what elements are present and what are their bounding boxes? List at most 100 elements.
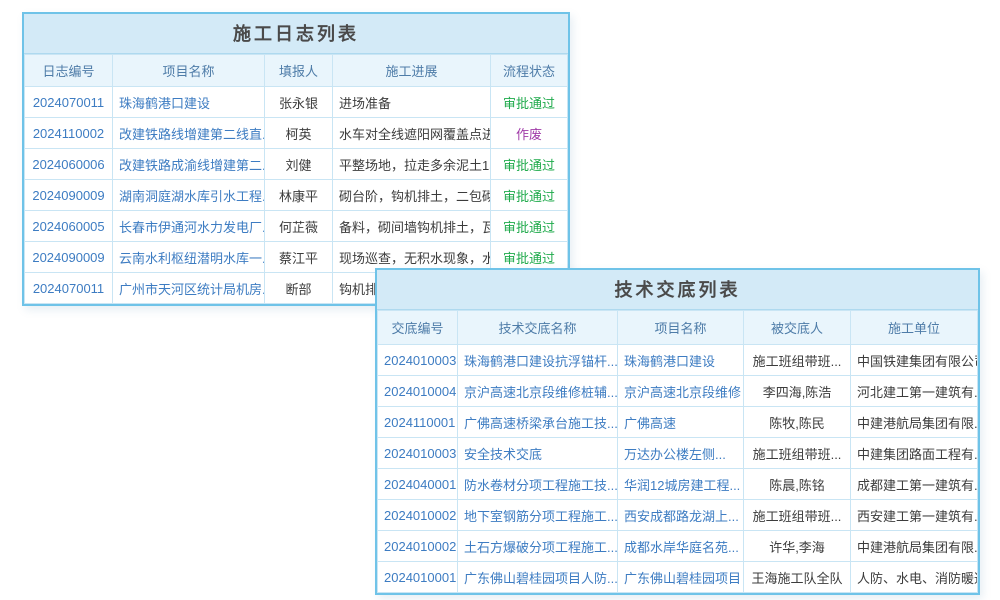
status-badge: 审批通过: [491, 211, 568, 242]
column-header: 被交底人: [744, 311, 851, 345]
disclosure-id-link[interactable]: 2024110001: [378, 407, 458, 438]
project-name-link[interactable]: 华润12城房建工程...: [618, 469, 744, 500]
table-row: 2024070011珠海鹤港口建设张永银进场准备审批通过: [25, 87, 568, 118]
recipients-cell: 施工班组带班...: [744, 345, 851, 376]
recipients-cell: 李四海,陈浩: [744, 376, 851, 407]
project-name-link[interactable]: 改建铁路线增建第二线直...: [113, 118, 265, 149]
unit-cell: 中建港航局集团有限...: [851, 407, 978, 438]
reporter-cell: 蔡江平: [265, 242, 333, 273]
unit-cell: 西安建工第一建筑有...: [851, 500, 978, 531]
project-name-link[interactable]: 西安成都路龙湖上...: [618, 500, 744, 531]
construction-log-table: 日志编号项目名称填报人施工进展流程状态 2024070011珠海鹤港口建设张永银…: [24, 54, 568, 304]
disclosure-name-link[interactable]: 土石方爆破分项工程施工...: [458, 531, 618, 562]
table-row: 2024010003珠海鹤港口建设抗浮锚杆...珠海鹤港口建设施工班组带班...…: [378, 345, 978, 376]
table-row: 2024090009湖南洞庭湖水库引水工程...林康平砌台阶，钩机排土，二包砌.…: [25, 180, 568, 211]
project-name-link[interactable]: 成都水岸华庭名苑...: [618, 531, 744, 562]
reporter-cell: 柯英: [265, 118, 333, 149]
column-header: 项目名称: [113, 55, 265, 87]
project-name-link[interactable]: 珠海鹤港口建设: [618, 345, 744, 376]
column-header: 填报人: [265, 55, 333, 87]
disclosure-name-link[interactable]: 广佛高速桥梁承台施工技...: [458, 407, 618, 438]
unit-cell: 成都建工第一建筑有...: [851, 469, 978, 500]
recipients-cell: 陈晨,陈铭: [744, 469, 851, 500]
column-header: 流程状态: [491, 55, 568, 87]
disclosure-name-link[interactable]: 京沪高速北京段维修桩辅...: [458, 376, 618, 407]
column-header: 施工进展: [333, 55, 491, 87]
column-header: 交底编号: [378, 311, 458, 345]
table-row: 2024060005长春市伊通河水力发电厂...何芷薇备料，砌间墙钩机排土，瓦.…: [25, 211, 568, 242]
progress-cell: 砌台阶，钩机排土，二包砌...: [333, 180, 491, 211]
unit-cell: 中建集团路面工程有...: [851, 438, 978, 469]
reporter-cell: 断部: [265, 273, 333, 304]
log-id-link[interactable]: 2024060006: [25, 149, 113, 180]
recipients-cell: 许华,李海: [744, 531, 851, 562]
status-badge: 作废: [491, 118, 568, 149]
table-row: 2024010002地下室钢筋分项工程施工...西安成都路龙湖上...施工班组带…: [378, 500, 978, 531]
log-id-link[interactable]: 2024090009: [25, 242, 113, 273]
tech-disclosure-title: 技术交底列表: [377, 270, 978, 310]
table-row: 2024040001防水卷材分项工程施工技...华润12城房建工程...陈晨,陈…: [378, 469, 978, 500]
tech-disclosure-table: 交底编号技术交底名称项目名称被交底人施工单位 2024010003珠海鹤港口建设…: [377, 310, 978, 593]
unit-cell: 人防、水电、消防暖通...: [851, 562, 978, 593]
reporter-cell: 张永银: [265, 87, 333, 118]
project-name-link[interactable]: 云南水利枢纽潜明水库一...: [113, 242, 265, 273]
table-row: 2024110002改建铁路线增建第二线直...柯英水车对全线遮阳网覆盖点进..…: [25, 118, 568, 149]
table-row: 2024110001广佛高速桥梁承台施工技...广佛高速陈牧,陈民中建港航局集团…: [378, 407, 978, 438]
table-row: 2024010001广东佛山碧桂园项目人防...广东佛山碧桂园项目王海施工队全队…: [378, 562, 978, 593]
project-name-link[interactable]: 广东佛山碧桂园项目: [618, 562, 744, 593]
unit-cell: 中国铁建集团有限公司: [851, 345, 978, 376]
disclosure-id-link[interactable]: 2024010004: [378, 376, 458, 407]
recipients-cell: 王海施工队全队: [744, 562, 851, 593]
disclosure-id-link[interactable]: 2024010002: [378, 500, 458, 531]
disclosure-name-link[interactable]: 防水卷材分项工程施工技...: [458, 469, 618, 500]
progress-cell: 平整场地，拉走多余泥土15...: [333, 149, 491, 180]
project-name-link[interactable]: 珠海鹤港口建设: [113, 87, 265, 118]
construction-log-panel: 施工日志列表 日志编号项目名称填报人施工进展流程状态 2024070011珠海鹤…: [22, 12, 570, 306]
reporter-cell: 刘健: [265, 149, 333, 180]
unit-cell: 河北建工第一建筑有...: [851, 376, 978, 407]
project-name-link[interactable]: 湖南洞庭湖水库引水工程...: [113, 180, 265, 211]
disclosure-id-link[interactable]: 2024010003: [378, 345, 458, 376]
reporter-cell: 林康平: [265, 180, 333, 211]
disclosure-name-link[interactable]: 安全技术交底: [458, 438, 618, 469]
project-name-link[interactable]: 长春市伊通河水力发电厂...: [113, 211, 265, 242]
log-id-link[interactable]: 2024070011: [25, 273, 113, 304]
status-badge: 审批通过: [491, 180, 568, 211]
unit-cell: 中建港航局集团有限...: [851, 531, 978, 562]
log-id-link[interactable]: 2024110002: [25, 118, 113, 149]
status-badge: 审批通过: [491, 149, 568, 180]
table-row: 2024010004京沪高速北京段维修桩辅...京沪高速北京段维修李四海,陈浩河…: [378, 376, 978, 407]
column-header: 项目名称: [618, 311, 744, 345]
progress-cell: 备料，砌间墙钩机排土，瓦...: [333, 211, 491, 242]
project-name-link[interactable]: 广佛高速: [618, 407, 744, 438]
column-header: 技术交底名称: [458, 311, 618, 345]
construction-log-header-row: 日志编号项目名称填报人施工进展流程状态: [25, 55, 568, 87]
construction-log-title: 施工日志列表: [24, 14, 568, 54]
log-id-link[interactable]: 2024070011: [25, 87, 113, 118]
log-id-link[interactable]: 2024060005: [25, 211, 113, 242]
recipients-cell: 施工班组带班...: [744, 500, 851, 531]
table-row: 2024010003安全技术交底万达办公楼左侧...施工班组带班...中建集团路…: [378, 438, 978, 469]
table-row: 2024060006改建铁路成渝线增建第二...刘健平整场地，拉走多余泥土15.…: [25, 149, 568, 180]
tech-disclosure-header-row: 交底编号技术交底名称项目名称被交底人施工单位: [378, 311, 978, 345]
disclosure-name-link[interactable]: 地下室钢筋分项工程施工...: [458, 500, 618, 531]
disclosure-id-link[interactable]: 2024040001: [378, 469, 458, 500]
log-id-link[interactable]: 2024090009: [25, 180, 113, 211]
project-name-link[interactable]: 万达办公楼左侧...: [618, 438, 744, 469]
disclosure-name-link[interactable]: 广东佛山碧桂园项目人防...: [458, 562, 618, 593]
project-name-link[interactable]: 改建铁路成渝线增建第二...: [113, 149, 265, 180]
recipients-cell: 施工班组带班...: [744, 438, 851, 469]
table-row: 2024010002土石方爆破分项工程施工...成都水岸华庭名苑...许华,李海…: [378, 531, 978, 562]
project-name-link[interactable]: 广州市天河区统计局机房...: [113, 273, 265, 304]
tech-disclosure-panel: 技术交底列表 交底编号技术交底名称项目名称被交底人施工单位 2024010003…: [375, 268, 980, 595]
column-header: 施工单位: [851, 311, 978, 345]
reporter-cell: 何芷薇: [265, 211, 333, 242]
status-badge: 审批通过: [491, 87, 568, 118]
column-header: 日志编号: [25, 55, 113, 87]
disclosure-id-link[interactable]: 2024010003: [378, 438, 458, 469]
disclosure-name-link[interactable]: 珠海鹤港口建设抗浮锚杆...: [458, 345, 618, 376]
disclosure-id-link[interactable]: 2024010001: [378, 562, 458, 593]
progress-cell: 水车对全线遮阳网覆盖点进...: [333, 118, 491, 149]
disclosure-id-link[interactable]: 2024010002: [378, 531, 458, 562]
project-name-link[interactable]: 京沪高速北京段维修: [618, 376, 744, 407]
